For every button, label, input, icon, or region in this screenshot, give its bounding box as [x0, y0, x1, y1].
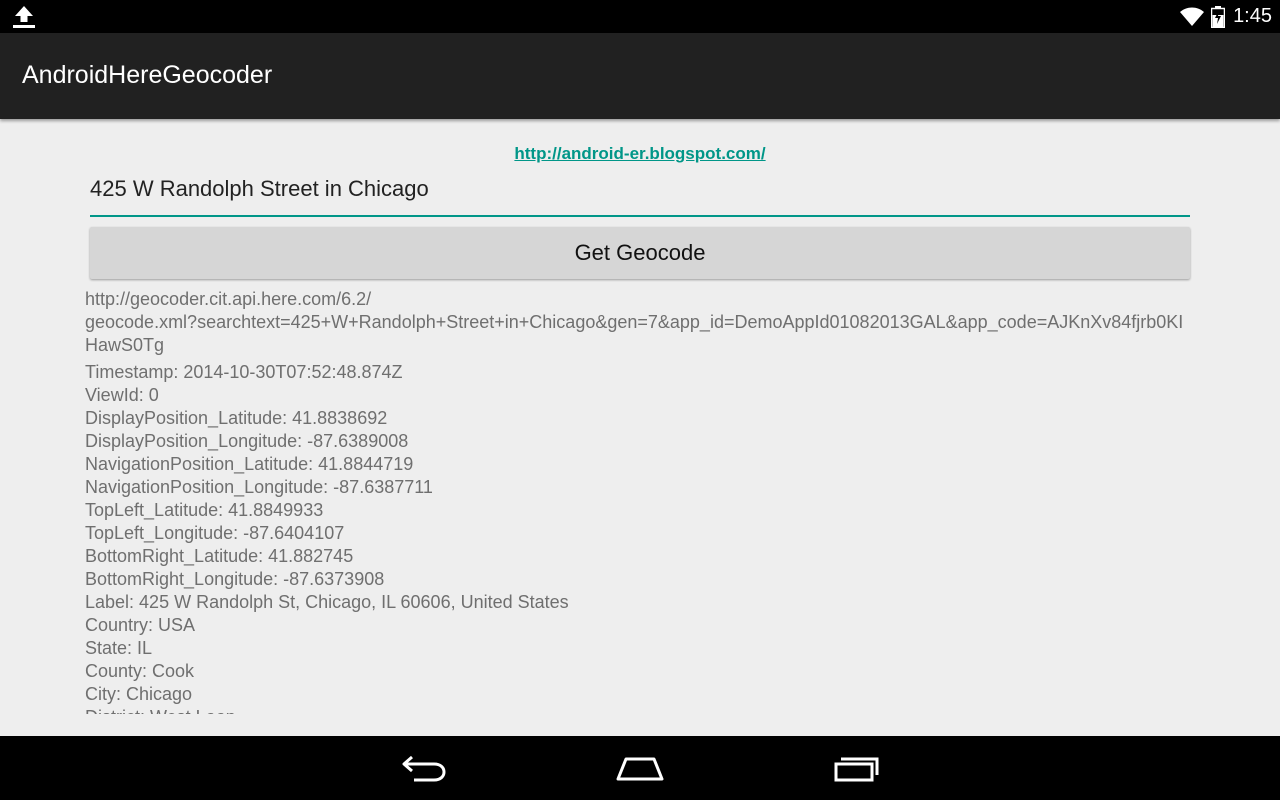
result-line: Label: 425 W Randolph St, Chicago, IL 60…: [85, 592, 569, 612]
result-line: City: Chicago: [85, 684, 193, 704]
results-list: Timestamp: 2014-10-30T07:52:48.874Z ViewI…: [85, 361, 1195, 714]
upload-icon: [13, 6, 35, 28]
result-line: BottomRight_Latitude: 41.882745: [85, 546, 354, 566]
home-button[interactable]: [610, 750, 670, 786]
get-geocode-button[interactable]: Get Geocode: [90, 227, 1190, 279]
wifi-icon: [1180, 7, 1205, 26]
search-input[interactable]: [90, 173, 1180, 205]
result-line: County: Cook: [85, 661, 195, 681]
result-line: ViewId: 0: [85, 385, 159, 405]
battery-charging-icon: [1211, 5, 1226, 28]
result-line: District: West Loop: [85, 706, 1195, 714]
screen: 1:45 AndroidHereGeocoder http://android-…: [0, 0, 1280, 800]
recents-button[interactable]: [827, 750, 887, 786]
action-bar: AndroidHereGeocoder: [0, 33, 1280, 119]
recents-icon: [834, 757, 879, 782]
result-line: Country: USA: [85, 615, 196, 635]
status-clock: 1:45: [1233, 5, 1272, 27]
result-line: TopLeft_Latitude: 41.8849933: [85, 500, 324, 520]
result-line: Timestamp: 2014-10-30T07:52:48.874Z: [85, 362, 403, 382]
result-line: DisplayPosition_Longitude: -87.6389008: [85, 431, 409, 451]
status-icons: 1:45: [1179, 0, 1272, 33]
result-line: NavigationPosition_Longitude: -87.638771…: [85, 477, 433, 497]
result-line: State: IL: [85, 638, 153, 658]
result-line: BottomRight_Longitude: -87.6373908: [85, 569, 385, 589]
app-title: AndroidHereGeocoder: [22, 61, 273, 89]
result-line: DisplayPosition_Latitude: 41.8838692: [85, 408, 388, 428]
result-line: NavigationPosition_Latitude: 41.8844719: [85, 454, 414, 474]
blog-link[interactable]: http://android-er.blogspot.com/: [0, 144, 1280, 164]
search-field[interactable]: [90, 169, 1190, 217]
request-url-text: http://geocoder.cit.api.here.com/6.2/ ge…: [85, 289, 1184, 355]
navigation-bar: [0, 736, 1280, 800]
back-button[interactable]: [394, 750, 454, 786]
result-line: TopLeft_Longitude: -87.6404107: [85, 523, 345, 543]
home-icon: [616, 757, 664, 781]
back-icon: [402, 755, 446, 782]
status-bar: 1:45: [0, 0, 1280, 33]
main-content[interactable]: http://android-er.blogspot.com/ Get Geoc…: [0, 119, 1280, 714]
